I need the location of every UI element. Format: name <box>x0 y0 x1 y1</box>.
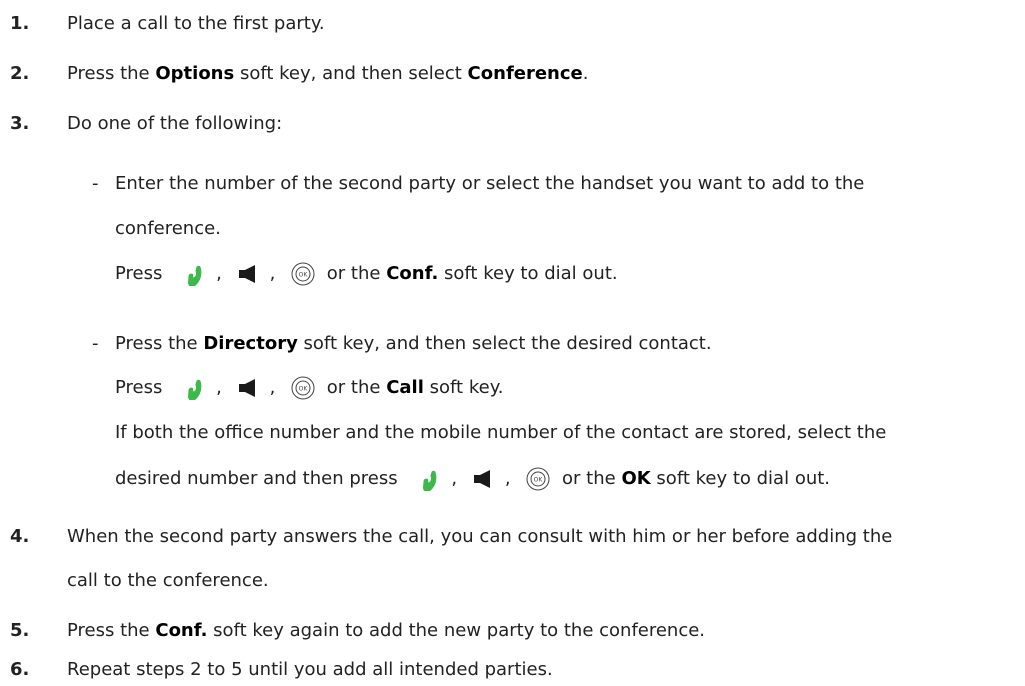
speaker-icon <box>473 470 490 488</box>
option-a-dash: - <box>92 173 99 194</box>
speaker-icon <box>238 265 255 283</box>
ok-softkey-label: OK <box>621 468 651 489</box>
step-5-text: Press the Conf. soft key again to add th… <box>67 618 705 644</box>
option-b-note-line-2: desired number and then press , , OK or … <box>115 466 830 492</box>
ok-key-icon: OK <box>291 262 315 286</box>
conf-softkey-label: Conf. <box>155 620 208 641</box>
handset-icon <box>188 379 202 400</box>
conference-label: Conference <box>467 63 583 84</box>
step-4-number: 4. <box>10 526 30 547</box>
handset-icon <box>188 265 202 286</box>
speaker-icon <box>238 379 255 397</box>
option-b-pre: Press the <box>115 333 204 354</box>
conf-softkey-label: Conf. <box>386 263 439 284</box>
option-a-line-1: Enter the number of the second party or … <box>115 173 865 194</box>
option-b-dash: - <box>92 333 99 354</box>
note-desired-number: desired number and then press <box>115 468 398 489</box>
step-5-number: 5. <box>10 620 30 641</box>
option-a-tail: soft key to dial out. <box>444 263 618 284</box>
step-3-text: Do one of the following: <box>67 113 283 134</box>
svg-text:OK: OK <box>299 272 309 279</box>
svg-text:OK: OK <box>534 477 544 484</box>
note-tail: soft key to dial out. <box>656 468 831 489</box>
directory-softkey-label: Directory <box>203 333 298 354</box>
ok-key-icon: OK <box>291 376 315 400</box>
ok-key-icon: OK <box>526 467 550 491</box>
svg-text:OK: OK <box>299 386 309 393</box>
step-2-mid: soft key, and then select <box>234 63 468 84</box>
option-a-line-2: conference. <box>115 218 221 239</box>
step-1-number: 1. <box>10 13 30 34</box>
option-b-press-line: Press , , OK or the Call soft key. <box>115 375 504 401</box>
step-3-number: 3. <box>10 113 30 134</box>
comma: , <box>269 263 276 284</box>
step-2-number: 2. <box>10 63 30 84</box>
comma: , <box>269 377 276 398</box>
option-b-note-line-1: If both the office number and the mobile… <box>115 422 887 443</box>
step-2-post: . <box>582 63 589 84</box>
step-6-text: Repeat steps 2 to 5 until you add all in… <box>67 659 553 680</box>
step-4-line-1: When the second party answers the call, … <box>67 526 893 547</box>
step-1-text: Place a call to the first party. <box>67 13 325 34</box>
step-2-text: Press the Options soft key, and then sel… <box>67 61 589 87</box>
handset-icon <box>423 470 437 491</box>
comma: , <box>504 468 511 489</box>
step-6-number: 6. <box>10 659 30 680</box>
comma: , <box>216 377 222 398</box>
or-the: or the <box>326 377 381 398</box>
or-the: or the <box>326 263 381 284</box>
step-5-pre: Press the <box>67 620 156 641</box>
call-softkey-label: Call <box>386 377 424 398</box>
options-softkey-label: Options <box>155 63 235 84</box>
step-2-pre: Press the <box>67 63 156 84</box>
step-4-line-2: call to the conference. <box>67 570 269 591</box>
press-word: Press <box>115 377 163 398</box>
step-5-post: soft key again to add the new party to t… <box>207 620 706 641</box>
option-b-post: soft key, and then select the desired co… <box>297 333 712 354</box>
comma: , <box>216 263 222 284</box>
or-the: or the <box>562 468 616 489</box>
press-word: Press <box>115 263 163 284</box>
option-b-line-1: Press the Directory soft key, and then s… <box>115 331 712 357</box>
comma: , <box>451 468 458 489</box>
option-b-tail: soft key. <box>429 377 504 398</box>
option-a-press-line: Press , , OK or the Conf. soft key to di… <box>115 261 618 287</box>
